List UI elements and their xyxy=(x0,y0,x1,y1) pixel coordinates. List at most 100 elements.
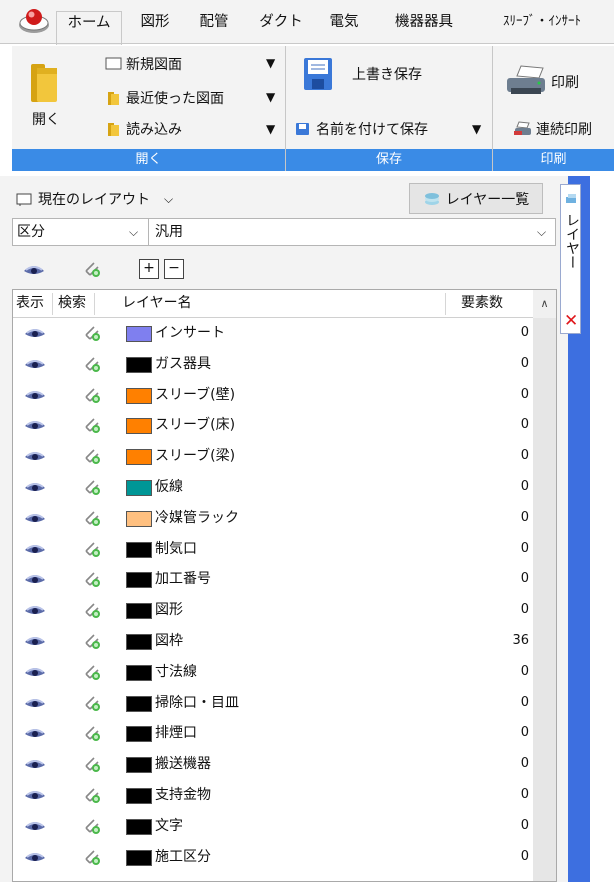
tab-sleeve-insert[interactable]: ｽﾘｰﾌﾞ・ｲﾝｻｰﾄ xyxy=(472,9,612,43)
eye-icon[interactable] xyxy=(23,417,47,437)
search-icon[interactable] xyxy=(82,662,104,688)
new-drawing-button[interactable]: 新規図面 xyxy=(104,54,182,74)
search-icon[interactable] xyxy=(82,415,104,441)
layer-color-swatch[interactable] xyxy=(126,510,152,527)
import-dropdown-icon[interactable]: ▼ xyxy=(266,122,275,136)
search-icon[interactable] xyxy=(82,354,104,380)
eye-icon[interactable] xyxy=(23,664,47,684)
type-dropdown[interactable]: 汎用 ⌵ xyxy=(149,219,555,245)
tab-equipment[interactable]: 機器器具 xyxy=(378,9,470,43)
eye-icon[interactable] xyxy=(23,725,47,745)
search-icon[interactable] xyxy=(82,539,104,565)
search-icon[interactable] xyxy=(82,477,104,503)
layer-color-swatch[interactable] xyxy=(126,726,152,743)
table-row[interactable]: インサート 0 xyxy=(13,318,533,349)
table-row[interactable]: 施工区分 0 xyxy=(13,842,533,873)
table-row[interactable]: 仮線 0 xyxy=(13,472,533,503)
table-row[interactable]: 掃除口・目皿 0 xyxy=(13,688,533,719)
table-row[interactable]: 図形 0 xyxy=(13,595,533,626)
import-button[interactable]: 読み込み xyxy=(106,119,182,139)
close-icon[interactable]: ✕ xyxy=(564,311,578,331)
overwrite-save-button[interactable]: 上書き保存 xyxy=(300,52,422,96)
layer-color-swatch[interactable] xyxy=(126,326,152,342)
table-row[interactable]: スリーブ(床) 0 xyxy=(13,410,533,441)
layer-color-swatch[interactable] xyxy=(126,695,152,712)
eye-icon[interactable] xyxy=(23,541,47,561)
tab-electric[interactable]: 電気 xyxy=(319,9,369,43)
tab-home[interactable]: ホーム xyxy=(56,11,122,45)
search-icon[interactable] xyxy=(82,631,104,657)
table-row[interactable]: 文字 0 xyxy=(13,811,533,842)
eye-icon[interactable] xyxy=(23,787,47,807)
eye-icon[interactable] xyxy=(23,633,47,653)
table-row[interactable]: 寸法線 0 xyxy=(13,657,533,688)
column-header-count[interactable]: 要素数 xyxy=(461,290,503,317)
tab-duct[interactable]: ダクト xyxy=(254,9,308,43)
layer-color-swatch[interactable] xyxy=(126,603,152,620)
column-header-show[interactable]: 表示 xyxy=(16,290,44,317)
eye-icon[interactable] xyxy=(22,262,46,278)
table-row[interactable]: 支持金物 0 xyxy=(13,780,533,811)
table-row[interactable]: 加工番号 0 xyxy=(13,564,533,595)
search-icon[interactable] xyxy=(82,385,104,411)
search-icon[interactable] xyxy=(82,508,104,534)
column-header-search[interactable]: 検索 xyxy=(58,290,86,317)
layer-color-swatch[interactable] xyxy=(126,849,152,866)
new-drawing-dropdown-icon[interactable]: ▼ xyxy=(266,56,275,70)
layer-color-swatch[interactable] xyxy=(126,449,152,466)
print-button[interactable]: 印刷 xyxy=(503,64,579,100)
recent-drawing-button[interactable]: 最近使った図面 xyxy=(106,88,224,108)
layer-color-swatch[interactable] xyxy=(126,356,152,373)
search-icon[interactable] xyxy=(82,323,104,349)
layer-color-swatch[interactable] xyxy=(126,633,152,650)
open-button[interactable]: 開く xyxy=(16,54,76,140)
layer-color-swatch[interactable] xyxy=(126,418,152,435)
search-icon[interactable] xyxy=(82,446,104,472)
eye-icon[interactable] xyxy=(23,849,47,869)
table-row[interactable]: 図枠 36 xyxy=(13,626,533,657)
save-as-button[interactable]: 名前を付けて保存 xyxy=(294,119,428,139)
search-icon[interactable] xyxy=(82,754,104,780)
layer-color-swatch[interactable] xyxy=(126,818,152,835)
app-menu-icon[interactable] xyxy=(14,5,54,39)
layer-color-swatch[interactable] xyxy=(126,572,152,589)
layout-dropdown[interactable]: 現在のレイアウト ⌵ xyxy=(16,185,196,213)
table-row[interactable]: 排煙口 0 xyxy=(13,718,533,749)
layer-color-swatch[interactable] xyxy=(126,787,152,804)
eye-icon[interactable] xyxy=(23,571,47,591)
layer-list-button[interactable]: レイヤー一覧 xyxy=(409,183,543,214)
scroll-up-icon[interactable]: ∧ xyxy=(533,290,556,318)
table-row[interactable]: スリーブ(壁) 0 xyxy=(13,380,533,411)
search-icon[interactable] xyxy=(82,816,104,842)
eye-icon[interactable] xyxy=(23,510,47,530)
layer-color-swatch[interactable] xyxy=(126,757,152,774)
eye-icon[interactable] xyxy=(23,602,47,622)
eye-icon[interactable] xyxy=(23,756,47,776)
eye-icon[interactable] xyxy=(23,448,47,468)
eye-icon[interactable] xyxy=(23,479,47,499)
search-icon[interactable] xyxy=(82,259,104,281)
table-row[interactable]: 搬送機器 0 xyxy=(13,749,533,780)
expand-all-button[interactable]: + xyxy=(139,259,159,279)
batch-print-button[interactable]: 連続印刷 xyxy=(513,119,592,139)
layer-side-tab[interactable]: レイヤー ✕ xyxy=(560,184,581,334)
eye-icon[interactable] xyxy=(23,356,47,376)
eye-icon[interactable] xyxy=(23,387,47,407)
column-header-layer-name[interactable]: レイヤー名 xyxy=(122,290,192,317)
eye-icon[interactable] xyxy=(23,818,47,838)
layer-color-swatch[interactable] xyxy=(126,541,152,558)
search-icon[interactable] xyxy=(82,785,104,811)
vertical-scrollbar[interactable]: ∧ xyxy=(533,290,556,881)
tab-piping[interactable]: 配管 xyxy=(187,9,241,43)
eye-icon[interactable] xyxy=(23,325,47,345)
search-icon[interactable] xyxy=(82,847,104,873)
layer-color-swatch[interactable] xyxy=(126,387,152,404)
collapse-all-button[interactable]: − xyxy=(164,259,184,279)
recent-drawing-dropdown-icon[interactable]: ▼ xyxy=(266,90,275,104)
search-icon[interactable] xyxy=(82,723,104,749)
table-row[interactable]: 制気口 0 xyxy=(13,534,533,565)
search-icon[interactable] xyxy=(82,600,104,626)
table-row[interactable]: スリーブ(梁) 0 xyxy=(13,441,533,472)
layer-color-swatch[interactable] xyxy=(126,664,152,681)
search-icon[interactable] xyxy=(82,569,104,595)
